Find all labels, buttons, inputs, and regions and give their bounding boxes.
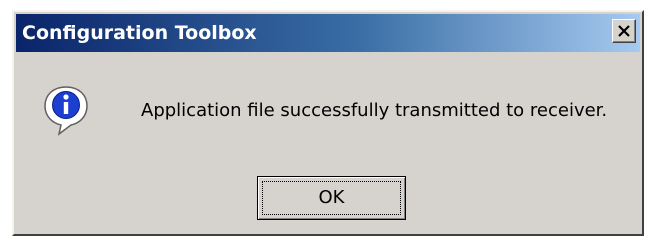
ok-button-label: OK <box>318 187 345 208</box>
message-dialog: Configuration Toolbox Application file s… <box>12 10 644 236</box>
close-icon <box>618 25 630 37</box>
close-button[interactable] <box>612 19 636 43</box>
dialog-message: Application file successfully transmitte… <box>141 100 608 121</box>
title-bar[interactable]: Configuration Toolbox <box>16 14 640 52</box>
window-title: Configuration Toolbox <box>22 22 257 44</box>
info-icon <box>44 86 88 136</box>
ok-button[interactable]: OK <box>257 176 406 220</box>
